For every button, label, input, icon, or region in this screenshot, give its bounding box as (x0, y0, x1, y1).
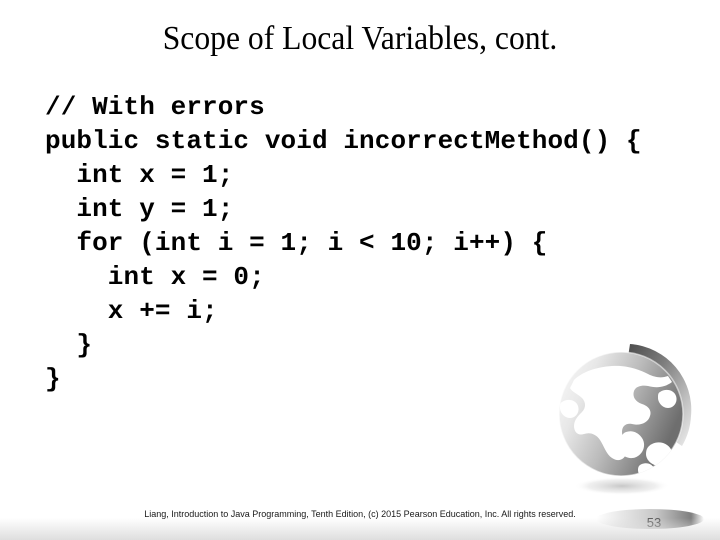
code-line: int x = 0; (45, 262, 265, 292)
code-line: } (45, 364, 61, 394)
code-line: int x = 1; (45, 160, 234, 190)
code-block: // With errors public static void incorr… (45, 90, 685, 396)
page-number: 53 (646, 515, 662, 530)
bottom-gradient-band (0, 518, 720, 540)
footer-copyright: Liang, Introduction to Java Programming,… (144, 509, 576, 519)
code-line: // With errors (45, 92, 265, 122)
code-line: for (int i = 1; i < 10; i++) { (45, 228, 548, 258)
code-line: int y = 1; (45, 194, 234, 224)
code-line: x += i; (45, 296, 218, 326)
page-title: Scope of Local Variables, cont. (162, 20, 558, 57)
slide-canvas: Scope of Local Variables, cont. // With … (0, 0, 720, 540)
code-line: } (45, 330, 93, 360)
code-line: public static void incorrectMethod() { (45, 126, 642, 156)
